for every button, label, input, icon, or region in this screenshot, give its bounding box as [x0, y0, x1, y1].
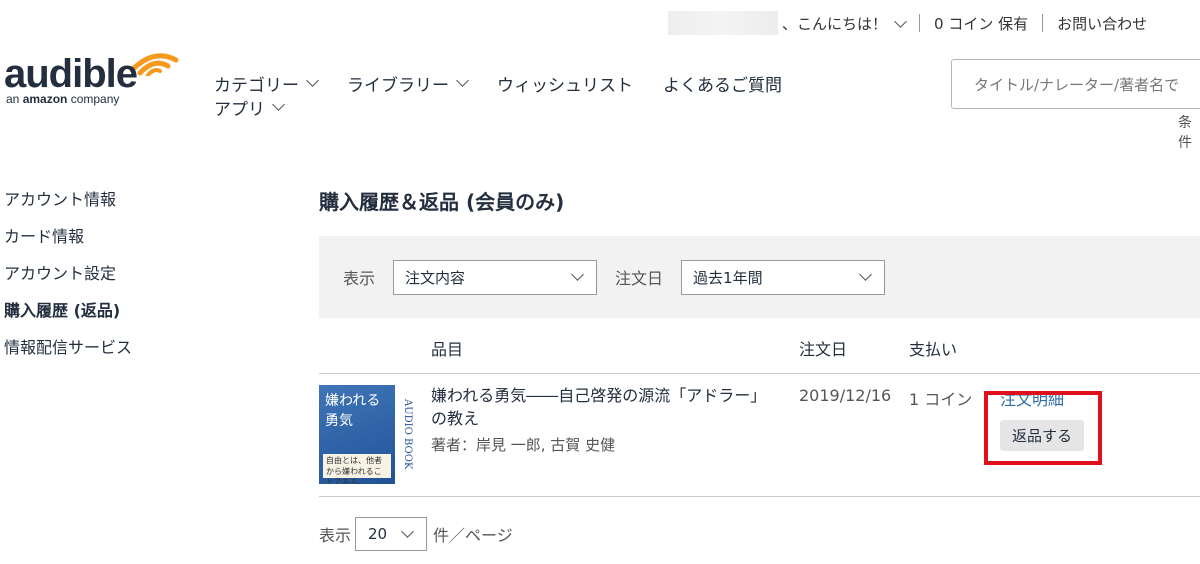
search-placeholder: タイトル/ナレーター/著者名で: [974, 75, 1180, 94]
search-input[interactable]: タイトル/ナレーター/著者名で: [951, 59, 1200, 109]
page-size-select[interactable]: 20: [355, 517, 428, 551]
chevron-down-icon: [306, 73, 319, 87]
logo-wordmark: audible: [4, 52, 138, 96]
nav-categories[interactable]: カテゴリー: [214, 71, 319, 96]
payment-value: 1 コイン: [909, 390, 973, 409]
logo-subtitle: an amazon company: [6, 92, 120, 106]
redacted-username: [668, 11, 778, 35]
display-label: 表示: [343, 269, 376, 288]
order-date-select[interactable]: 過去1年間: [681, 259, 886, 295]
pagination-size: 表示 20 件／ページ: [319, 517, 513, 551]
cover-band: 自由とは、他者から嫌われることである。: [323, 454, 391, 484]
search-conditions-link[interactable]: 条件: [1178, 112, 1200, 152]
display-select[interactable]: 注文内容: [393, 259, 598, 295]
main-nav: カテゴリー ライブラリー ウィッシュリスト よくあるご質問 アプリ: [214, 72, 834, 120]
header-date: 注文日: [799, 340, 848, 359]
page-title: 購入履歴＆返品 (会員のみ): [319, 190, 565, 214]
order-date: 2019/12/16: [799, 386, 892, 405]
cover-title: 嫌われる勇気: [325, 393, 381, 429]
header-item: 品目: [431, 340, 464, 359]
sidebar-item-purchase-history[interactable]: 購入履歴 (返品): [4, 299, 132, 336]
table-row: 嫌われる勇気 AUDIO BOOK 自由とは、他者から嫌われることである。 嫌わ…: [319, 375, 1200, 497]
contact-link[interactable]: お問い合わせ: [1057, 13, 1147, 34]
sidebar-item-card-info[interactable]: カード情報: [4, 225, 132, 262]
cover-spine: AUDIO BOOK: [395, 385, 419, 484]
chevron-down-icon: [272, 97, 285, 111]
coin-balance[interactable]: 0 コイン 保有: [934, 13, 1028, 34]
table-header: 品目 注文日 支払い: [319, 330, 1200, 374]
filter-panel: 表示 注文内容 注文日 過去1年間: [319, 236, 1200, 318]
order-date-label: 注文日: [615, 269, 664, 288]
sidebar-item-account-info[interactable]: アカウント情報: [4, 188, 132, 225]
sidebar-item-newsletter[interactable]: 情報配信サービス: [4, 336, 132, 373]
paging-suffix: 件／ページ: [433, 526, 513, 545]
sidebar-item-account-settings[interactable]: アカウント設定: [4, 262, 132, 299]
divider: [919, 14, 921, 32]
paging-prefix: 表示: [319, 526, 352, 545]
utility-bar: 、こんにちは！ 0 コイン 保有 お問い合わせ: [668, 10, 1147, 36]
chevron-down-icon: [571, 267, 584, 281]
nav-library[interactable]: ライブラリー: [347, 71, 469, 96]
greeting-menu[interactable]: 、こんにちは！: [782, 13, 907, 34]
return-button[interactable]: 返品する: [1000, 420, 1084, 451]
book-author: 著者：岸見 一郎, 古賀 史健: [431, 436, 616, 454]
audible-logo[interactable]: audible an amazon company: [4, 40, 184, 110]
order-detail-link[interactable]: 注文明細: [1000, 386, 1064, 410]
nav-wishlist[interactable]: ウィッシュリスト: [497, 71, 633, 96]
nav-apps[interactable]: アプリ: [214, 95, 285, 120]
chevron-down-icon: [401, 524, 414, 538]
header-payment: 支払い: [909, 340, 958, 359]
divider: [1042, 14, 1044, 32]
nav-faq[interactable]: よくあるご質問: [663, 71, 782, 96]
chevron-down-icon: [456, 73, 469, 87]
book-title-link[interactable]: 嫌われる勇気――自己啓発の源流「アドラー」の教え: [431, 384, 776, 430]
account-sidebar: アカウント情報 カード情報 アカウント設定 購入履歴 (返品) 情報配信サービス: [4, 188, 132, 373]
chevron-down-icon: [859, 267, 872, 281]
chevron-down-icon: [894, 14, 907, 28]
greeting-text: 、こんにちは！: [782, 14, 888, 33]
book-cover-image[interactable]: 嫌われる勇気 AUDIO BOOK 自由とは、他者から嫌われることである。: [319, 385, 419, 484]
